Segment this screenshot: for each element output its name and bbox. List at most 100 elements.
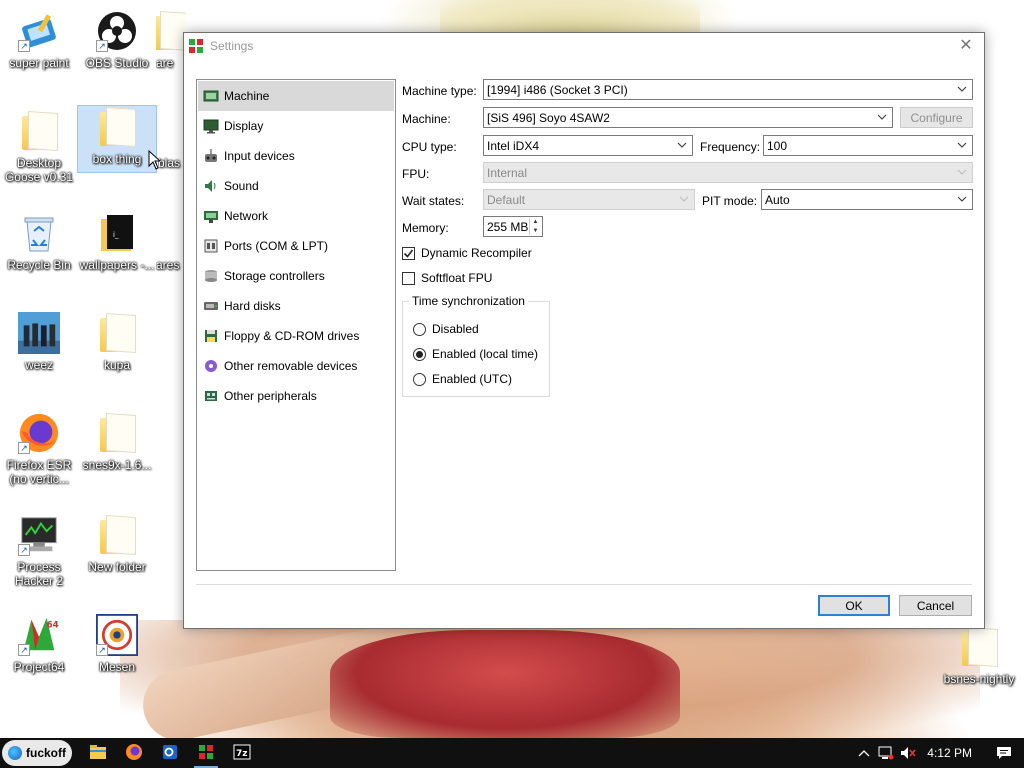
desktop-icon-new-folder[interactable]: New folder [78, 514, 156, 574]
clock[interactable]: 4:12 PM [919, 746, 984, 760]
start-button[interactable]: fuckoff [2, 740, 72, 766]
nav-item-label: Storage controllers [224, 269, 325, 283]
desktop-icon-firefox-esr[interactable]: ↗ Firefox ESR (no vertic... [0, 412, 78, 486]
ports-icon [202, 237, 220, 255]
desktop-icon-desktop-goose[interactable]: Desktop Goose v0.31 [0, 110, 78, 184]
storage-controller-icon [202, 267, 220, 285]
mesen-icon: ↗ [96, 614, 138, 656]
desktop-icon-obs-studio[interactable]: ↗ OBS Studio [78, 10, 156, 70]
dialog-title: Settings [210, 39, 254, 53]
desktop-icon-label: kupa [103, 358, 131, 372]
start-button-label: fuckoff [26, 746, 66, 760]
cpu-type-dropdown[interactable]: Intel iDX4 [483, 135, 693, 156]
taskbar-86box[interactable] [188, 738, 224, 768]
network-icon[interactable] [875, 738, 897, 768]
settings-category-list: Machine Display Input devices Sound Netw… [196, 79, 396, 571]
cpu-type-label: CPU type: [402, 140, 457, 154]
nav-item-display[interactable]: Display [198, 111, 394, 141]
pit-mode-value: Auto [765, 192, 790, 207]
desktop-icon-are-partial[interactable]: are [156, 10, 186, 70]
wait-states-dropdown[interactable]: Default [483, 189, 695, 210]
desktop-icon-mesen[interactable]: ↗ Mesen [78, 614, 156, 674]
desktop-icon-label: are [156, 56, 174, 70]
desktop-icon-process-hacker[interactable]: ↗ Process Hacker 2 [0, 514, 78, 588]
svg-text:7z: 7z [236, 749, 248, 759]
desktop-icon-box-thing[interactable]: box thing [77, 105, 157, 173]
ok-button[interactable]: OK [818, 595, 890, 616]
desktop-icon-kupa[interactable]: kupa [78, 312, 156, 372]
time-sync-disabled-radio[interactable]: Disabled [413, 322, 479, 336]
cancel-button[interactable]: Cancel [899, 595, 972, 616]
radio-label: Enabled (local time) [432, 347, 539, 361]
frequency-dropdown[interactable]: 100 [763, 135, 973, 156]
nav-item-sound[interactable]: Sound [198, 171, 394, 201]
configure-button[interactable]: Configure [900, 107, 973, 128]
stepper-down-icon[interactable]: ▼ [530, 227, 541, 236]
chevron-down-icon [676, 138, 688, 152]
folder-icon [96, 106, 138, 148]
nav-item-label: Network [224, 209, 269, 223]
desktop-icon-super-paint[interactable]: ↗ super paint [0, 10, 78, 70]
nav-item-ports[interactable]: Ports (COM & LPT) [198, 231, 394, 261]
stepper-up-icon[interactable]: ▲ [530, 218, 541, 227]
speaker-muted-icon[interactable] [897, 738, 919, 768]
machine-dropdown[interactable]: [SiS 496] Soyo 4SAW2 [483, 107, 893, 128]
nav-item-other-removable[interactable]: Other removable devices [198, 351, 394, 381]
desktop-icon-label: Process Hacker 2 [14, 560, 64, 588]
checkbox-checked-icon [402, 246, 415, 260]
desktop-icon-ares-partial[interactable]: ares [156, 212, 184, 272]
desktop-icon-bsnes-nightly[interactable]: bsnes-nightly [936, 626, 1022, 686]
desktop-icon-snes9x[interactable]: snes9x-1.6... [78, 412, 156, 472]
notification-icon[interactable] [984, 738, 1024, 768]
image-thumbnail-icon [18, 312, 60, 354]
machine-type-row: Machine type: [402, 84, 477, 98]
folder-icon [96, 514, 138, 556]
machine-type-dropdown[interactable]: [1994] i486 (Socket 3 PCI) [483, 79, 973, 100]
paint-app-icon: ↗ [18, 10, 60, 52]
desktop-icon-recycle-bin[interactable]: Recycle Bin [0, 212, 78, 272]
dark-folder-icon: i_ [96, 212, 138, 254]
taskbar-7zip[interactable]: 7z [224, 738, 260, 768]
nav-item-floppy-cdrom[interactable]: Floppy & CD-ROM drives [198, 321, 394, 351]
nav-item-input-devices[interactable]: Input devices [198, 141, 394, 171]
radio-label: Enabled (UTC) [432, 372, 513, 386]
pit-mode-row: PIT mode: [702, 194, 757, 208]
machine-label: Machine: [402, 112, 451, 126]
desktop-icon-project64[interactable]: 64 ↗ Project64 [0, 614, 78, 674]
fpu-row: FPU: [402, 167, 429, 181]
fpu-dropdown[interactable]: Internal [483, 162, 973, 183]
speaker-icon [202, 177, 220, 195]
time-sync-local-radio[interactable]: Enabled (local time) [413, 347, 538, 361]
pit-mode-dropdown[interactable]: Auto [761, 189, 973, 210]
nav-item-hard-disks[interactable]: Hard disks [198, 291, 394, 321]
close-icon[interactable]: ✕ [956, 37, 976, 55]
taskbar-firefox[interactable] [116, 738, 152, 768]
nav-item-network[interactable]: Network [198, 201, 394, 231]
folder-icon [96, 312, 138, 354]
desktop-icon-weez[interactable]: weez [0, 312, 78, 372]
chevron-down-icon [876, 110, 888, 124]
memory-spinbox[interactable]: 255 MB ▲ ▼ [483, 216, 543, 237]
taskbar-file-explorer[interactable] [80, 738, 116, 768]
time-sync-utc-radio[interactable]: Enabled (UTC) [413, 372, 512, 386]
softfloat-fpu-label: Softfloat FPU [421, 271, 493, 285]
desktop-icon-blas-partial[interactable]: blas [158, 110, 184, 170]
time-sync-group: Time synchronization Disabled Enabled (l… [402, 294, 550, 397]
nav-item-other-peripherals[interactable]: Other peripherals [198, 381, 394, 411]
radio-label: Disabled [432, 322, 479, 336]
project64-icon: 64 ↗ [18, 614, 60, 656]
file-explorer-icon [89, 744, 107, 763]
nav-item-machine[interactable]: Machine [198, 81, 394, 111]
desktop-icon-wallpapers[interactable]: i_ wallpapers -... [78, 212, 156, 272]
nav-item-label: Ports (COM & LPT) [224, 239, 329, 253]
machine-icon [202, 87, 220, 105]
memory-label: Memory: [402, 221, 449, 235]
softfloat-fpu-checkbox[interactable]: Softfloat FPU [402, 271, 492, 285]
title-bar[interactable]: Settings ✕ [184, 33, 984, 59]
memory-stepper[interactable]: ▲ ▼ [529, 218, 541, 235]
dynamic-recompiler-checkbox[interactable]: Dynamic Recompiler [402, 246, 532, 260]
nav-item-storage-controllers[interactable]: Storage controllers [198, 261, 394, 291]
taskbar-outlook[interactable] [152, 738, 188, 768]
time-sync-title: Time synchronization [409, 294, 528, 308]
chevron-up-icon[interactable] [853, 738, 875, 768]
